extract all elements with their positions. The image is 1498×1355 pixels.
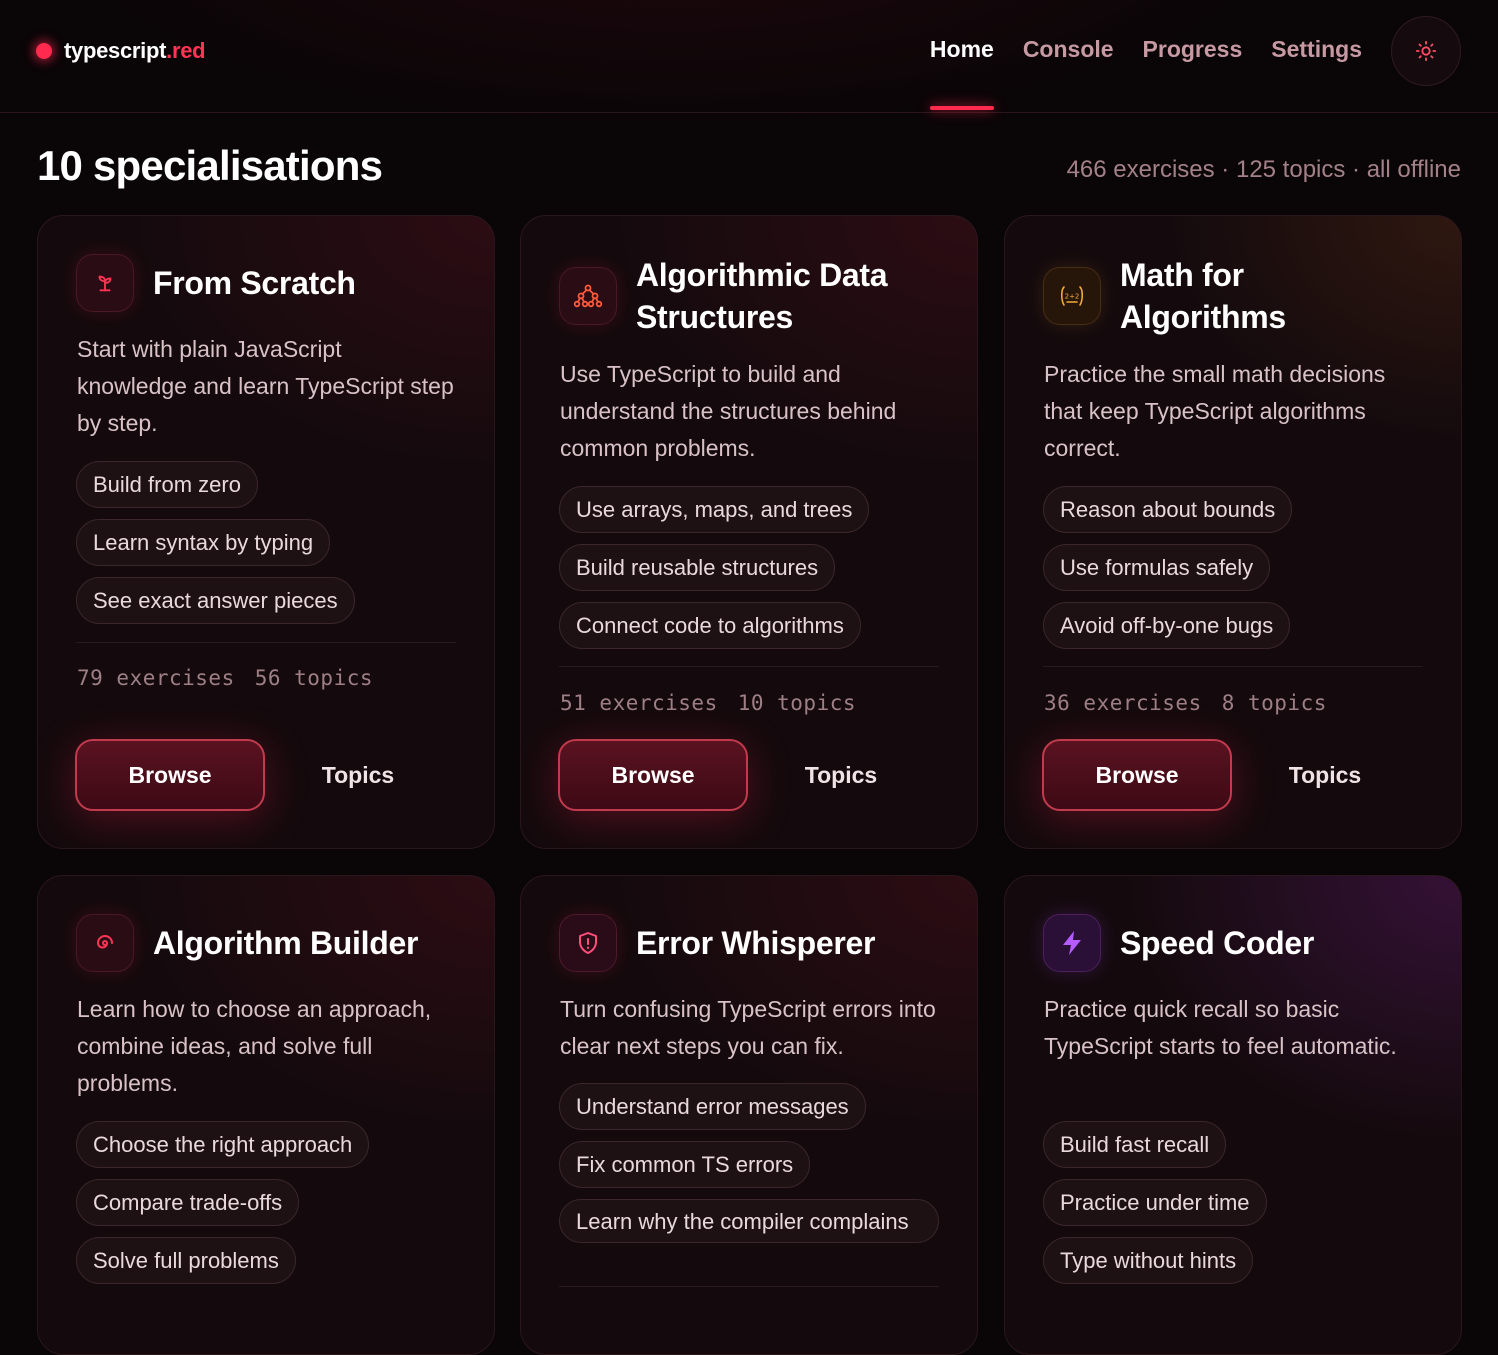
card-description: Practice the small math decisions that k… <box>1044 361 1386 461</box>
sun-icon <box>1415 40 1437 62</box>
exercise-count: 79 exercises <box>77 666 235 690</box>
shield-alert-icon <box>579 932 597 954</box>
brand-name: typescript.red <box>64 38 206 63</box>
feature-chip: Solve full problems <box>76 1237 296 1284</box>
feature-chip: Use arrays, maps, and trees <box>559 486 870 533</box>
browse-button[interactable]: Browse <box>75 739 265 811</box>
card-icon-box <box>559 267 617 325</box>
nav-settings[interactable]: Settings <box>1271 36 1362 66</box>
card-algorithmic-data-structures: Algorithmic Data Structures Use TypeScri… <box>520 215 978 849</box>
card-actions: Browse Topics <box>75 739 457 811</box>
feature-chips: Understand error messages Fix common TS … <box>559 1083 939 1243</box>
card-stats: 36 exercises 8 topics <box>1044 691 1327 715</box>
topic-count: 8 topics <box>1221 691 1327 715</box>
feature-chip: Build reusable structures <box>559 544 836 591</box>
card-description: Start with plain JavaScript knowledge an… <box>77 336 454 436</box>
feature-chip: Understand error messages <box>559 1083 866 1130</box>
page-title: 10 specialisations <box>37 142 383 189</box>
feature-chip: Build from zero <box>76 461 258 508</box>
nav-home[interactable]: Home <box>929 36 994 110</box>
feature-chip: Choose the right approach <box>76 1121 370 1168</box>
card-actions: Browse Topics <box>558 739 940 811</box>
topics-button[interactable]: Topics <box>748 762 940 789</box>
topic-count: 10 topics <box>737 691 857 715</box>
feature-chip: Reason about bounds <box>1043 486 1293 533</box>
feature-chip: Avoid off-by-one bugs <box>1043 602 1291 649</box>
card-algorithm-builder: Algorithm Builder Learn how to choose an… <box>37 875 495 1355</box>
card-title: Algorithm Builder <box>153 925 419 961</box>
card-divider <box>1043 666 1423 667</box>
card-actions: Browse Topics <box>1042 739 1424 811</box>
lightning-icon <box>1063 931 1081 955</box>
svg-text:2+2: 2+2 <box>1065 293 1080 301</box>
feature-chip: See exact answer pieces <box>76 577 355 624</box>
card-stats: 79 exercises 56 topics <box>77 666 373 690</box>
card-icon-box <box>76 254 134 312</box>
card-title: From Scratch <box>153 265 356 301</box>
feature-chips: Choose the right approach Compare trade-… <box>76 1121 456 1284</box>
exercise-count: 36 exercises <box>1044 691 1202 715</box>
card-description: Practice quick recall so basic TypeScrip… <box>1044 996 1397 1059</box>
card-description: Use TypeScript to build and understand t… <box>560 361 897 461</box>
brand-logo[interactable]: typescript.red <box>36 38 206 64</box>
card-icon-box <box>559 914 617 972</box>
sprout-icon <box>98 275 112 292</box>
card-title: Math for Algorithms <box>1120 257 1286 335</box>
card-math-for-algorithms: 2+2 Math for Algorithms Practice the sma… <box>1004 215 1462 849</box>
feature-chip: Build fast recall <box>1043 1121 1227 1168</box>
card-title: Algorithmic Data Structures <box>636 257 888 335</box>
main-nav: Home Console Progress Settings <box>929 36 1362 110</box>
feature-chips: Use arrays, maps, and trees Build reusab… <box>559 486 939 649</box>
feature-chip: Compare trade-offs <box>76 1179 300 1226</box>
feature-chip: Use formulas safely <box>1043 544 1271 591</box>
top-bar: typescript.red Home Console Progress Set… <box>0 0 1498 113</box>
browse-button[interactable]: Browse <box>1042 739 1232 811</box>
card-speed-coder: Speed Coder Practice quick recall so bas… <box>1004 875 1462 1355</box>
feature-chip: Learn why the compiler complains <box>559 1199 939 1243</box>
topics-button[interactable]: Topics <box>265 762 457 789</box>
card-stats: 51 exercises 10 topics <box>560 691 856 715</box>
topic-count: 56 topics <box>254 666 374 690</box>
feature-chip: Type without hints <box>1043 1237 1254 1284</box>
card-from-scratch: From Scratch Start with plain JavaScript… <box>37 215 495 849</box>
card-divider <box>559 666 939 667</box>
card-divider <box>559 1286 939 1287</box>
card-title: Speed Coder <box>1120 925 1315 961</box>
card-description: Turn confusing TypeScript errors into cl… <box>560 996 936 1059</box>
topics-button[interactable]: Topics <box>1232 762 1424 789</box>
feature-chip: Learn syntax by typing <box>76 519 331 566</box>
feature-chip: Fix common TS errors <box>559 1141 811 1188</box>
feature-chips: Build fast recall Practice under time Ty… <box>1043 1121 1423 1284</box>
nav-progress[interactable]: Progress <box>1143 36 1243 66</box>
card-divider <box>76 642 456 643</box>
card-error-whisperer: Error Whisperer Turn confusing TypeScrip… <box>520 875 978 1355</box>
theme-toggle-button[interactable] <box>1391 16 1461 86</box>
browse-button[interactable]: Browse <box>558 739 748 811</box>
exercise-count: 51 exercises <box>560 691 718 715</box>
page-summary: 466 exercises · 125 topics · all offline <box>1066 156 1461 183</box>
card-title: Error Whisperer <box>636 925 876 961</box>
formula-icon: 2+2 <box>1060 286 1084 306</box>
card-icon-box: 2+2 <box>1043 267 1101 325</box>
feature-chips: Build from zero Learn syntax by typing S… <box>76 461 456 624</box>
feature-chip: Practice under time <box>1043 1179 1267 1226</box>
card-description: Learn how to choose an approach, combine… <box>77 996 432 1096</box>
feature-chips: Reason about bounds Use formulas safely … <box>1043 486 1423 649</box>
spiral-icon <box>96 935 113 949</box>
brand-dot-icon <box>36 43 52 59</box>
card-icon-box <box>1043 914 1101 972</box>
nav-console[interactable]: Console <box>1023 36 1114 66</box>
card-icon-box <box>76 914 134 972</box>
feature-chip: Connect code to algorithms <box>559 602 861 649</box>
tree-graph-icon <box>573 284 603 308</box>
